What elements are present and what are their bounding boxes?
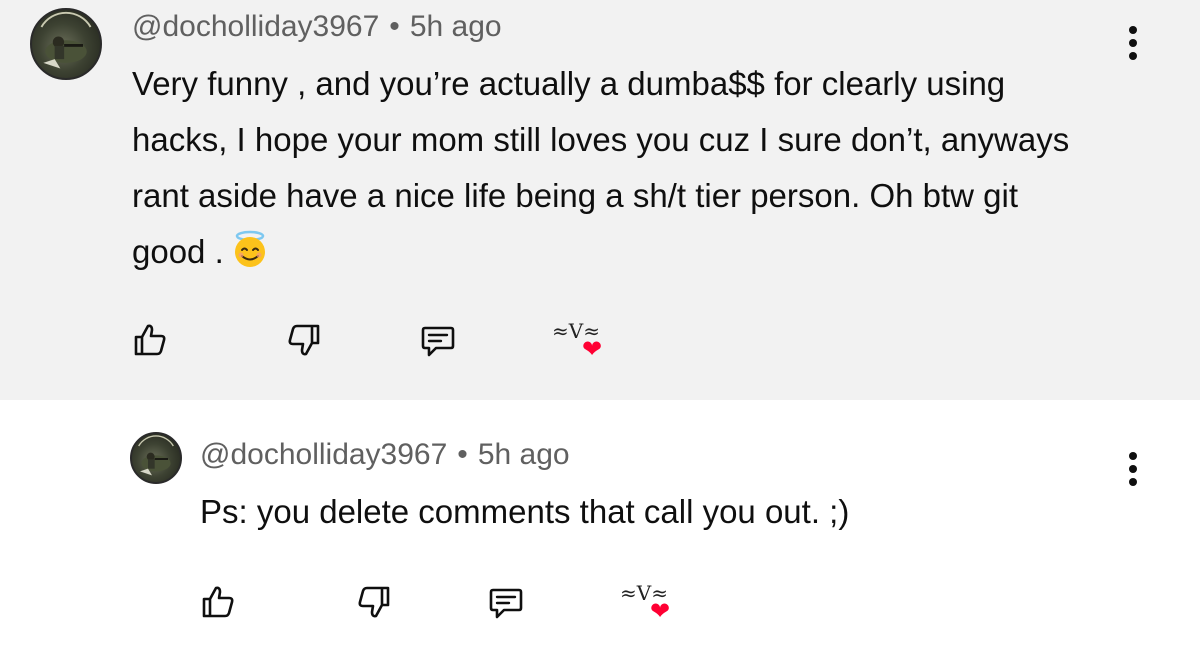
author-handle[interactable]: @docholliday3967 bbox=[200, 438, 447, 471]
like-button[interactable] bbox=[192, 576, 244, 628]
comment-text: Ps: you delete comments that call you ou… bbox=[200, 493, 850, 530]
reply-comment-icon bbox=[421, 326, 455, 357]
heart-icon: ❤ bbox=[650, 598, 671, 625]
author-avatar[interactable] bbox=[130, 432, 182, 484]
thumbs-down-icon bbox=[358, 586, 390, 618]
reply-button[interactable] bbox=[480, 576, 532, 628]
creator-heart-badge[interactable]: ≈V≈ ❤ bbox=[552, 316, 612, 368]
more-options-icon[interactable] bbox=[1127, 448, 1139, 488]
header-separator: • bbox=[457, 438, 468, 471]
thumbs-down-icon bbox=[288, 324, 320, 356]
more-options-icon[interactable] bbox=[1127, 22, 1139, 62]
comment-header: @docholliday3967 • 5h ago bbox=[132, 10, 502, 44]
reply-button[interactable] bbox=[412, 314, 464, 366]
comment-actions: ≈V≈ ❤ bbox=[0, 572, 900, 632]
creator-heart-badge[interactable]: ≈V≈ ❤ bbox=[620, 578, 680, 630]
comment-time[interactable]: 5h ago bbox=[410, 10, 502, 43]
comment-actions: ≈V≈ ❤ bbox=[0, 310, 900, 370]
comment-text-content: Very funny , and you’re actually a dumba… bbox=[132, 65, 1070, 270]
header-separator: • bbox=[389, 10, 400, 43]
comment-time[interactable]: 5h ago bbox=[478, 438, 570, 471]
comment-text: Very funny , and you’re actually a dumba… bbox=[132, 56, 1092, 280]
heart-icon: ❤ bbox=[582, 336, 603, 363]
author-avatar[interactable] bbox=[30, 8, 102, 80]
dislike-button[interactable] bbox=[348, 576, 400, 628]
dislike-button[interactable] bbox=[278, 314, 330, 366]
comment-header: @docholliday3967 • 5h ago bbox=[200, 438, 570, 472]
reply-comment-icon bbox=[489, 588, 523, 619]
thumbs-up-icon bbox=[202, 586, 234, 618]
thumbs-up-icon bbox=[134, 324, 166, 356]
author-handle[interactable]: @docholliday3967 bbox=[132, 10, 379, 43]
parent-comment: @docholliday3967 • 5h ago Very funny , and… bbox=[0, 0, 1200, 400]
like-button[interactable] bbox=[124, 314, 176, 366]
reply-comment: @docholliday3967 • 5h ago Ps: you delete c… bbox=[0, 400, 1200, 668]
smiling-face-with-halo-icon bbox=[230, 229, 270, 269]
